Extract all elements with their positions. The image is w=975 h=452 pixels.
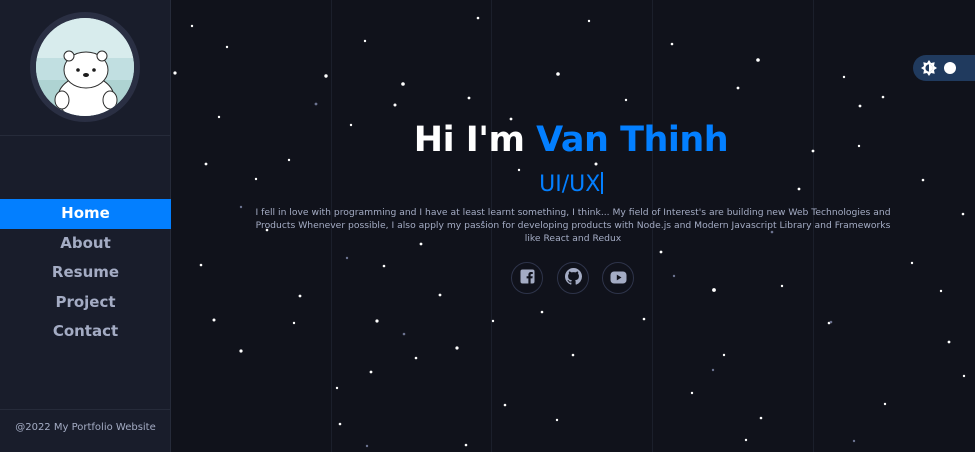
sidebar-footer: @2022 My Portfolio Website xyxy=(15,422,156,433)
sidebar: Home About Resume Project Contact @2022 … xyxy=(0,0,171,452)
hero-section: Hi I'm Van Thinh UI/UX I fell in love wi… xyxy=(171,0,975,452)
social-links xyxy=(511,262,635,294)
hero-title: Hi I'm Van Thinh xyxy=(171,120,971,160)
sidebar-divider xyxy=(0,135,171,136)
github-icon xyxy=(564,267,582,289)
nav-item-about[interactable]: About xyxy=(0,229,171,259)
facebook-icon xyxy=(520,269,535,288)
role-text: UI/UX xyxy=(539,172,601,197)
youtube-icon xyxy=(610,269,627,288)
facebook-link[interactable] xyxy=(511,262,543,294)
hero-greeting: Hi I'm xyxy=(413,120,537,160)
nav-item-contact[interactable]: Contact xyxy=(0,317,171,347)
nav-item-resume[interactable]: Resume xyxy=(0,258,171,288)
avatar xyxy=(36,18,134,116)
nav-item-home[interactable]: Home xyxy=(0,199,171,229)
typing-caret xyxy=(601,172,603,194)
nav-item-project[interactable]: Project xyxy=(0,288,171,318)
main-content: Hi I'm Van Thinh UI/UX I fell in love wi… xyxy=(171,0,975,452)
hero-bio: I fell in love with programming and I ha… xyxy=(255,207,891,244)
sidebar-divider xyxy=(0,409,171,410)
hero-name: Van Thinh xyxy=(536,120,729,160)
hero-role: UI/UX xyxy=(171,172,971,197)
github-link[interactable] xyxy=(557,262,589,294)
sidebar-nav: Home About Resume Project Contact xyxy=(0,199,171,347)
youtube-link[interactable] xyxy=(602,262,634,294)
avatar-frame xyxy=(30,12,140,122)
